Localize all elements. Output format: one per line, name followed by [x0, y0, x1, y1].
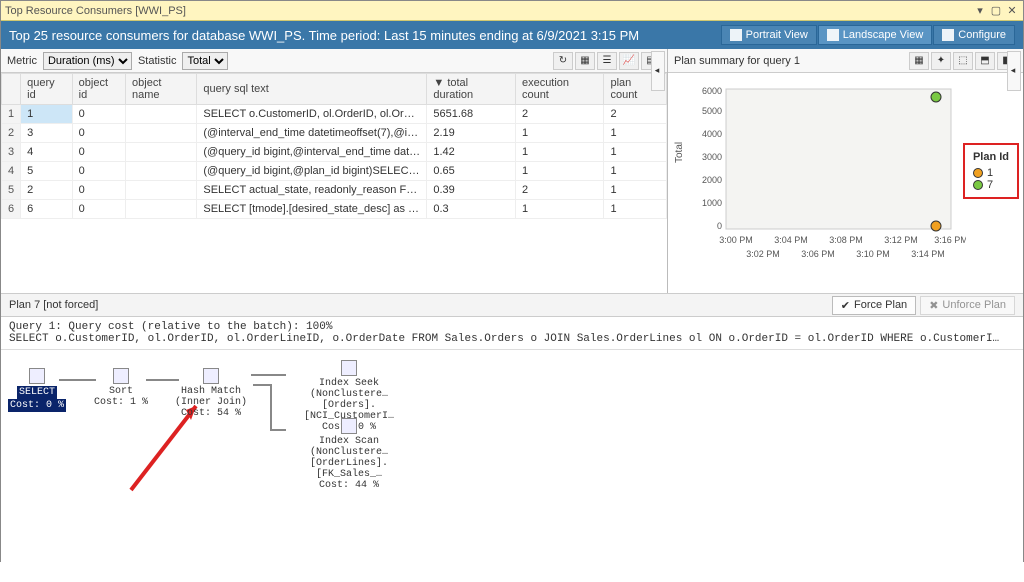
svg-text:2000: 2000 — [702, 175, 722, 185]
svg-text:3:16 PM: 3:16 PM — [934, 235, 966, 245]
svg-text:3:08 PM: 3:08 PM — [829, 235, 863, 245]
portrait-icon — [730, 29, 742, 41]
svg-text:5000: 5000 — [702, 106, 722, 116]
chart-type-icon1[interactable]: ▦ — [909, 52, 929, 70]
query-grid-pane: Metric Duration (ms) Statistic Total ↻ ▦… — [1, 49, 668, 293]
plan-node-hash-match[interactable]: Hash Match (Inner Join) Cost: 54 % — [161, 368, 261, 419]
window-titlebar: Top Resource Consumers [WWI_PS] ▾ ▢ ✕ — [1, 1, 1023, 21]
table-row[interactable]: 660SELECT [tmode].[desired_state_desc] a… — [2, 200, 667, 219]
configure-button[interactable]: Configure — [933, 25, 1015, 45]
plan-node-index-scan[interactable]: Index Scan (NonClustere… [OrderLines].[F… — [279, 418, 419, 491]
unforce-plan-button[interactable]: ✖Unforce Plan — [920, 296, 1015, 315]
gear-icon — [942, 29, 954, 41]
header-bar: Top 25 resource consumers for database W… — [1, 21, 1023, 49]
chart-view-icon[interactable]: 📈 — [619, 52, 639, 70]
svg-text:3:02 PM: 3:02 PM — [746, 249, 780, 259]
chart-type-icon4[interactable]: ⬒ — [975, 52, 995, 70]
collapse-handle[interactable]: ◂ — [1007, 51, 1021, 91]
plan-7-point[interactable] — [931, 92, 941, 102]
svg-text:0: 0 — [717, 221, 722, 231]
svg-text:3:14 PM: 3:14 PM — [911, 249, 945, 259]
landscape-view-button[interactable]: Landscape View — [818, 25, 933, 45]
table-row[interactable]: 450(@query_id bigint,@plan_id bigint)SEL… — [2, 162, 667, 181]
svg-text:1000: 1000 — [702, 198, 722, 208]
plan-summary-chart[interactable]: 0 1000 2000 3000 4000 5000 6000 3:00 PM 3:04 P… — [696, 79, 966, 279]
table-row[interactable]: 230(@interval_end_time datetimeoffset(7)… — [2, 124, 667, 143]
legend-dot-7 — [973, 180, 983, 190]
chart-type-icon2[interactable]: ✦ — [931, 52, 951, 70]
summary-title: Plan summary for query 1 — [674, 55, 800, 67]
query-grid[interactable]: query id object id object name query sql… — [1, 73, 667, 219]
force-plan-icon: ✔ — [841, 299, 850, 312]
select-node-icon — [29, 368, 45, 384]
statistic-label: Statistic — [138, 55, 177, 67]
plan-node-select[interactable]: SELECT Cost: 0 % — [7, 368, 67, 412]
landscape-icon — [827, 29, 839, 41]
unforce-plan-icon: ✖ — [929, 299, 938, 312]
table-row[interactable]: 110SELECT o.CustomerID, ol.OrderID, ol.O… — [2, 105, 667, 124]
dropdown-icon[interactable]: ▾ — [973, 4, 987, 18]
col-object-name[interactable]: object name — [126, 74, 197, 105]
svg-text:3000: 3000 — [702, 152, 722, 162]
force-plan-button[interactable]: ✔Force Plan — [832, 296, 916, 315]
svg-text:3:06 PM: 3:06 PM — [801, 249, 835, 259]
legend-dot-1 — [973, 168, 983, 178]
hash-match-icon — [203, 368, 219, 384]
table-row[interactable]: 520SELECT actual_state, readonly_reason … — [2, 181, 667, 200]
svg-text:3:00 PM: 3:00 PM — [719, 235, 753, 245]
query-icon[interactable]: ▦ — [575, 52, 595, 70]
svg-text:6000: 6000 — [702, 86, 722, 96]
svg-text:4000: 4000 — [702, 129, 722, 139]
index-scan-icon — [341, 418, 357, 434]
sort-node-icon — [113, 368, 129, 384]
chart-type-icon3[interactable]: ⬚ — [953, 52, 973, 70]
legend-item-1[interactable]: 1 — [973, 167, 1009, 179]
plan-title: Plan 7 [not forced] — [9, 299, 832, 311]
legend-title: Plan Id — [973, 151, 1009, 163]
refresh-icon[interactable]: ↻ — [553, 52, 573, 70]
execution-plan[interactable]: SELECT Cost: 0 % Sort Cost: 1 % Hash Mat… — [1, 350, 1023, 580]
index-seek-icon — [341, 360, 357, 376]
col-query-sql[interactable]: query sql text — [197, 74, 427, 105]
col-total-duration[interactable]: ▼ total duration — [427, 74, 516, 105]
plan-1-point[interactable] — [931, 221, 941, 231]
legend-item-7[interactable]: 7 — [973, 179, 1009, 191]
collapse-right-handle[interactable]: ◂ — [651, 51, 665, 91]
maximize-icon[interactable]: ▢ — [989, 4, 1003, 18]
header-title: Top 25 resource consumers for database W… — [9, 28, 721, 43]
metric-label: Metric — [7, 55, 37, 67]
plan-legend: Plan Id 1 7 — [963, 143, 1019, 199]
summary-toolbar: Plan summary for query 1 ▦ ✦ ⬚ ⬒ ◧ — [668, 49, 1023, 73]
svg-text:3:10 PM: 3:10 PM — [856, 249, 890, 259]
plan-toolbar: Plan 7 [not forced] ✔Force Plan ✖Unforce… — [1, 293, 1023, 317]
svg-text:3:12 PM: 3:12 PM — [884, 235, 918, 245]
col-exec-count[interactable]: execution count — [515, 74, 604, 105]
metric-select[interactable]: Duration (ms) — [43, 52, 132, 70]
window-title: Top Resource Consumers [WWI_PS] — [5, 5, 973, 17]
query-text: Query 1: Query cost (relative to the bat… — [1, 317, 1023, 350]
close-icon[interactable]: ✕ — [1005, 4, 1019, 18]
portrait-view-button[interactable]: Portrait View — [721, 25, 817, 45]
col-object-id[interactable]: object id — [72, 74, 125, 105]
grid-toolbar: Metric Duration (ms) Statistic Total ↻ ▦… — [1, 49, 667, 73]
col-query-id[interactable]: query id — [21, 74, 73, 105]
statistic-select[interactable]: Total — [182, 52, 228, 70]
detail-icon[interactable]: ☰ — [597, 52, 617, 70]
svg-text:3:04 PM: 3:04 PM — [774, 235, 808, 245]
plan-summary-pane: Plan summary for query 1 ▦ ✦ ⬚ ⬒ ◧ Total… — [668, 49, 1023, 293]
y-axis-label: Total — [674, 142, 685, 163]
table-row[interactable]: 340(@query_id bigint,@interval_end_time … — [2, 143, 667, 162]
plan-node-sort[interactable]: Sort Cost: 1 % — [81, 368, 161, 408]
